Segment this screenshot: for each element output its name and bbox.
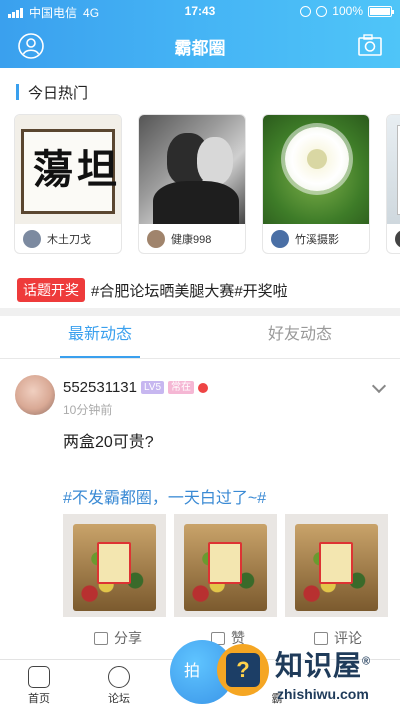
nav-bar: 霸都圈: [0, 24, 400, 68]
tab-friends[interactable]: 好友动态: [200, 316, 400, 358]
share-label: 分享: [114, 630, 142, 646]
tab-latest[interactable]: 最新动态: [0, 316, 200, 358]
post-hashtag-link[interactable]: #不发霸都圈，一天白过了~#: [63, 484, 266, 508]
heart-icon: [198, 382, 209, 393]
level-badge: LV5: [140, 381, 165, 394]
watermark-url: zhishiwu.com: [277, 686, 369, 702]
battery-percent: 100%: [332, 4, 363, 18]
hot-card[interactable]: 健康998: [138, 114, 246, 254]
card-author: 木土刀戈: [47, 234, 91, 246]
page-title: 霸都圈: [174, 39, 226, 58]
post-header: 552531131 LV5 常在: [63, 379, 209, 396]
post-timestamp: 10分钟前: [63, 403, 113, 417]
hot-card[interactable]: 竹溪摄影: [262, 114, 370, 254]
avatar[interactable]: [15, 375, 55, 415]
battery-icon: [368, 5, 394, 17]
flower-image: [263, 115, 369, 224]
divider: [0, 308, 400, 316]
status-bar: 中国电信 4G 17:43 100%: [0, 0, 400, 22]
post-photo[interactable]: [174, 514, 277, 617]
chevron-down-icon[interactable]: [371, 378, 387, 394]
top-header: 中国电信 4G 17:43 100% 霸都圈: [0, 0, 400, 68]
home-icon: [28, 666, 50, 688]
status-badge: 常在: [168, 381, 195, 394]
watermark: ? 知识屋® zhishiwu.com: [215, 640, 400, 711]
avatar: [23, 230, 41, 248]
hot-card[interactable]: [386, 114, 400, 254]
post-content: 两盒20可贵?: [63, 434, 154, 451]
alarm-icon: [316, 5, 328, 17]
hot-today-title: 今日热门: [28, 84, 89, 102]
hot-cards-carousel[interactable]: 蕩 坦 木土刀戈 健康998 竹溪摄影: [14, 114, 400, 256]
couple-photo-image: [139, 115, 245, 224]
feed-tabs: 最新动态 好友动态: [0, 316, 400, 358]
rotation-lock-icon: [300, 5, 312, 17]
hot-today-heading: 今日热门: [16, 83, 89, 102]
avatar: [395, 230, 400, 248]
divider: [0, 358, 400, 359]
share-button[interactable]: 分享: [63, 628, 173, 648]
section-accent-bar: [16, 84, 19, 100]
forum-icon: [108, 666, 130, 688]
hot-card[interactable]: 蕩 坦 木土刀戈: [14, 114, 122, 254]
watermark-logo: ?: [217, 644, 269, 696]
post-photo[interactable]: [285, 514, 388, 617]
topic-tag: 话题开奖: [17, 278, 85, 302]
share-icon: [94, 631, 108, 645]
watermark-title: 知识屋®: [275, 650, 372, 681]
topic-banner[interactable]: 话题开奖 #合肥论坛晒美腿大赛#开奖啦: [17, 278, 288, 302]
calligraphy-image: 蕩 坦: [15, 115, 121, 224]
card-author: 竹溪摄影: [295, 234, 339, 246]
post-username[interactable]: 552531131: [63, 379, 137, 396]
nav-home-label: 首页: [28, 693, 50, 705]
topic-text[interactable]: #合肥论坛晒美腿大赛#开奖啦: [91, 280, 288, 301]
nav-forum[interactable]: 论坛: [94, 666, 144, 706]
partial-card-image: [387, 115, 400, 224]
camera-icon[interactable]: [358, 34, 382, 56]
nav-home[interactable]: 首页: [14, 666, 64, 706]
nav-forum-label: 论坛: [108, 693, 130, 705]
avatar: [147, 230, 165, 248]
post-photo[interactable]: [63, 514, 166, 617]
avatar: [271, 230, 289, 248]
post-photos: [63, 514, 388, 617]
card-author: 健康998: [171, 234, 212, 246]
